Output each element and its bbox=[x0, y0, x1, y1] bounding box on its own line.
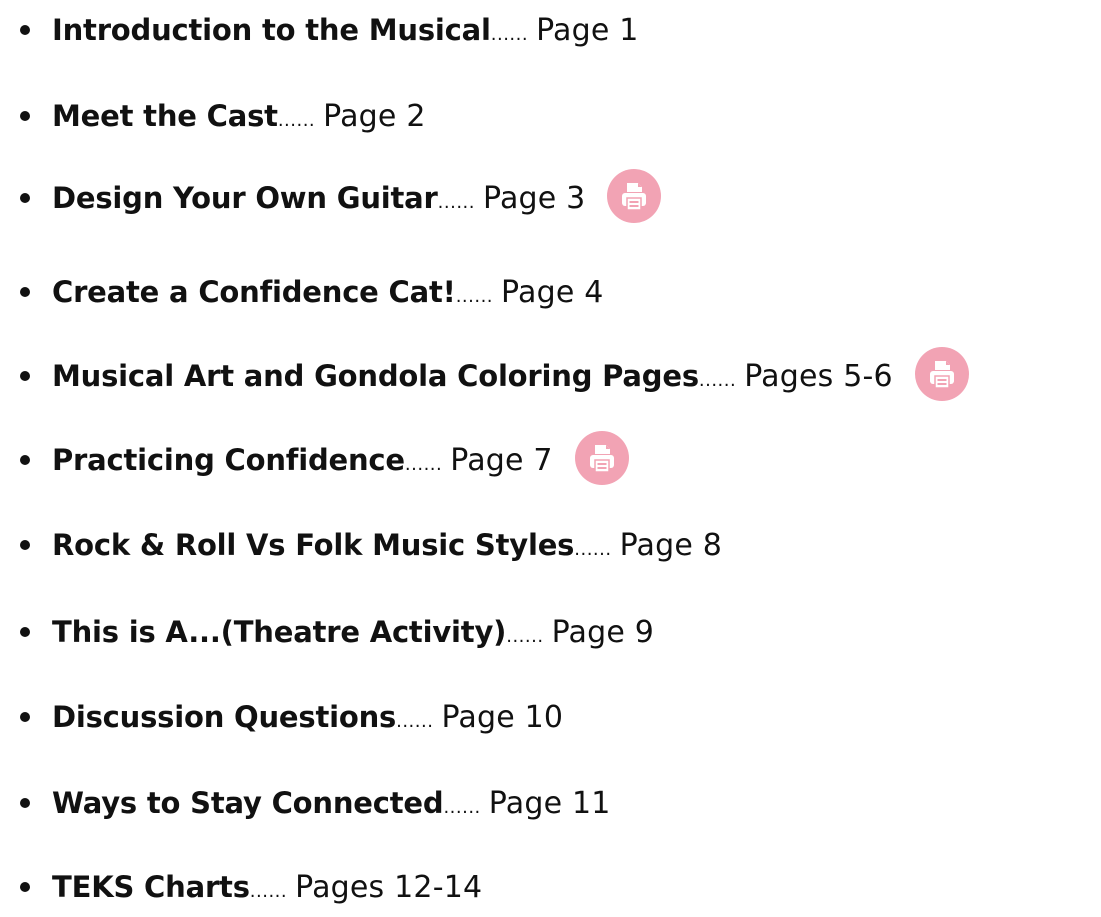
toc-title: Ways to Stay Connected bbox=[52, 786, 444, 820]
toc-item-stay-connected: Ways to Stay Connected ...... Page 11 bbox=[20, 773, 611, 833]
toc-title: Meet the Cast bbox=[52, 99, 278, 133]
toc-item-design-guitar: Design Your Own Guitar ...... Page 3 bbox=[20, 168, 662, 228]
bullet bbox=[20, 193, 30, 203]
printer-icon[interactable] bbox=[574, 431, 629, 485]
bullet bbox=[20, 627, 30, 637]
toc-separator: ...... bbox=[506, 625, 544, 647]
printer-icon[interactable] bbox=[607, 169, 662, 223]
bullet bbox=[20, 25, 30, 35]
toc-separator: ...... bbox=[443, 796, 481, 818]
printer-icon[interactable] bbox=[914, 347, 969, 401]
bullet bbox=[20, 371, 30, 381]
toc-title: This is A...(Theatre Activity) bbox=[52, 615, 507, 649]
toc-item-discussion-questions: Discussion Questions ...... Page 10 bbox=[20, 687, 563, 747]
bullet bbox=[20, 287, 30, 297]
toc-title: Musical Art and Gondola Coloring Pages bbox=[52, 359, 699, 393]
toc-page-ref: Page 4 bbox=[501, 274, 604, 310]
bullet bbox=[20, 111, 30, 121]
toc-separator: ...... bbox=[277, 109, 316, 131]
toc-separator: ...... bbox=[249, 880, 288, 902]
bullet bbox=[20, 540, 30, 550]
toc-item-introduction: Introduction to the Musical ...... Page … bbox=[20, 0, 639, 60]
toc-page-ref: Page 11 bbox=[488, 785, 611, 821]
toc-title: Discussion Questions bbox=[52, 700, 397, 734]
toc-page-ref: Pages 5-6 bbox=[744, 358, 893, 394]
toc-title: Create a Confidence Cat! bbox=[52, 275, 456, 309]
bullet bbox=[20, 882, 30, 892]
toc-item-practicing-confidence: Practicing Confidence ...... Page 7 bbox=[20, 430, 629, 490]
printer-icon-glyph bbox=[929, 361, 954, 389]
toc-title: Practicing Confidence bbox=[52, 443, 405, 477]
bullet bbox=[20, 798, 30, 808]
printer-icon-glyph bbox=[622, 183, 647, 211]
toc-page-ref: Page 8 bbox=[619, 527, 723, 563]
toc-separator: ...... bbox=[455, 285, 494, 307]
toc-page-ref: Page 3 bbox=[483, 180, 586, 216]
toc-page-ref: Page 7 bbox=[450, 442, 553, 478]
toc-separator: ...... bbox=[490, 23, 529, 45]
toc-title: TEKS Charts bbox=[52, 870, 250, 904]
toc-item-theatre-activity: This is A...(Theatre Activity) ...... Pa… bbox=[20, 602, 654, 662]
toc-item-meet-the-cast: Meet the Cast ...... Page 2 bbox=[20, 86, 426, 146]
toc-item-music-styles: Rock & Roll Vs Folk Music Styles ...... … bbox=[20, 515, 722, 575]
toc-title: Design Your Own Guitar bbox=[52, 181, 438, 215]
toc-page-ref: Page 2 bbox=[323, 98, 426, 134]
toc-separator: ...... bbox=[396, 710, 434, 732]
toc-page-ref: Page 9 bbox=[551, 614, 655, 650]
toc-title: Introduction to the Musical bbox=[52, 13, 491, 47]
toc-title: Rock & Roll Vs Folk Music Styles bbox=[52, 528, 575, 562]
toc-separator: ...... bbox=[574, 538, 612, 560]
toc-item-coloring-pages: Musical Art and Gondola Coloring Pages .… bbox=[20, 346, 969, 406]
toc-page-ref: Pages 12-14 bbox=[295, 869, 483, 905]
toc-item-teks-charts: TEKS Charts ...... Pages 12-14 bbox=[20, 857, 482, 917]
toc-page-ref: Page 10 bbox=[441, 699, 564, 735]
bullet bbox=[20, 712, 30, 722]
toc-item-confidence-cat: Create a Confidence Cat! ...... Page 4 bbox=[20, 262, 604, 322]
toc-separator: ...... bbox=[404, 453, 443, 475]
toc-separator: ...... bbox=[437, 191, 475, 213]
printer-icon-glyph bbox=[589, 445, 614, 473]
toc-page-ref: Page 1 bbox=[536, 12, 639, 48]
toc-separator: ...... bbox=[698, 369, 737, 391]
table-of-contents: Introduction to the Musical ...... Page … bbox=[0, 0, 1101, 907]
bullet bbox=[20, 455, 30, 465]
